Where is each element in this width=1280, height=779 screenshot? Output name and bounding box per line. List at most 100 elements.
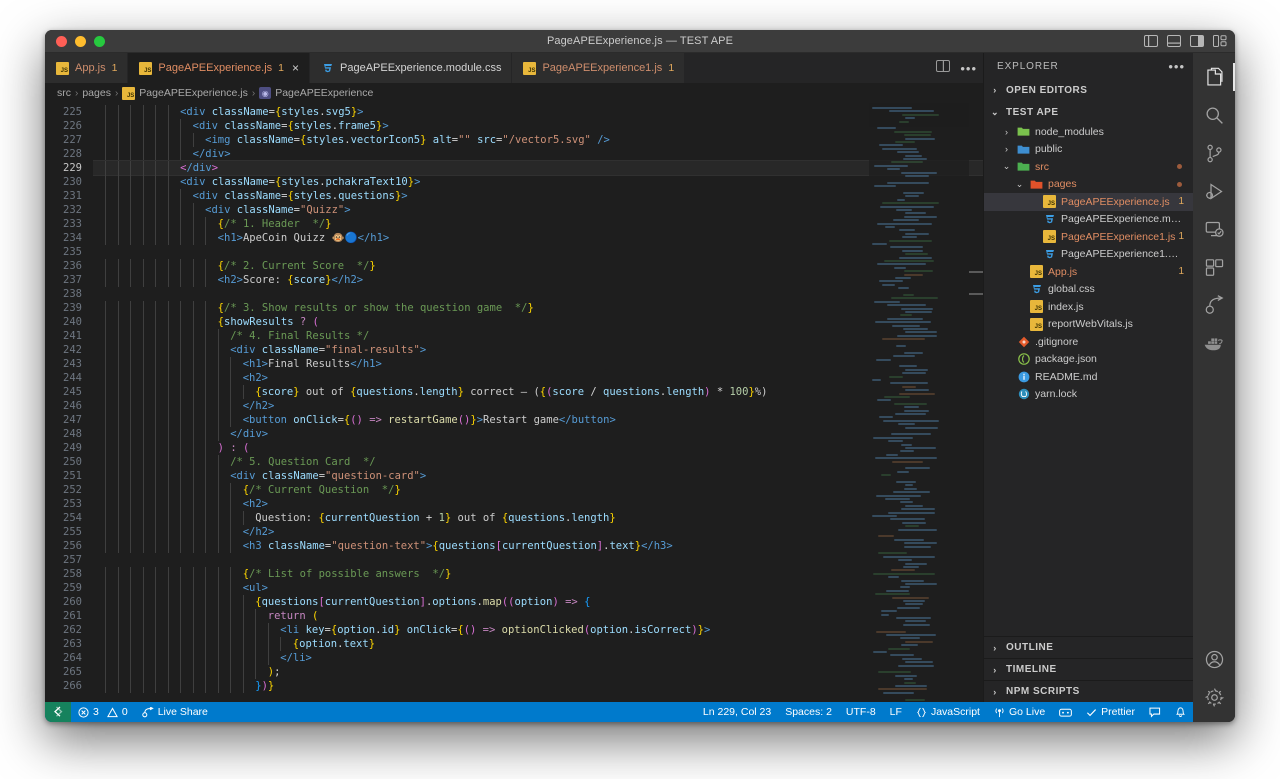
file-tree-item[interactable]: .gitignore bbox=[984, 333, 1193, 351]
file-tree-item[interactable]: JS App.js 1 bbox=[984, 263, 1193, 281]
code-line[interactable]: /* 4. Final Results */ bbox=[93, 329, 983, 343]
explorer-more-actions-button[interactable]: ••• bbox=[1168, 60, 1185, 73]
chevron-down-icon[interactable]: ⌄ bbox=[1001, 161, 1012, 172]
close-window-button[interactable] bbox=[56, 35, 67, 47]
code-line[interactable]: ) : ( bbox=[93, 441, 983, 455]
code-line[interactable]: <li key={option.id} onClick={() => optio… bbox=[93, 623, 983, 637]
activity-run-and-debug-icon[interactable] bbox=[1193, 172, 1235, 210]
code-content[interactable]: <div className={styles.svg5}> <div classN… bbox=[93, 103, 983, 702]
code-line[interactable]: <div className={styles.questions}> bbox=[93, 189, 983, 203]
prettier-button[interactable]: Prettier bbox=[1079, 702, 1142, 722]
code-line[interactable]: {/* Current Question */} bbox=[93, 483, 983, 497]
editor-tab-pageapeexperience-js[interactable]: JS PageAPEExperience.js 1 × bbox=[128, 53, 311, 83]
section-open-editors[interactable]: › OPEN EDITORS bbox=[984, 79, 1193, 101]
breadcrumb-item[interactable]: src bbox=[57, 87, 71, 99]
code-line[interactable]: {/* List of possible answers */} bbox=[93, 567, 983, 581]
code-line[interactable]: <div className="final-results"> bbox=[93, 343, 983, 357]
code-editor[interactable]: 225 226 227 228 229 230 231 232 233 234 235 236 237 2… bbox=[45, 103, 983, 702]
activity-search-icon[interactable] bbox=[1193, 96, 1235, 134]
file-tree-item[interactable]: › public bbox=[984, 141, 1193, 159]
code-line[interactable]: <img className={styles.vectorIcon5} alt=… bbox=[93, 133, 983, 147]
code-line[interactable]: <div className="question-card"> bbox=[93, 469, 983, 483]
split-editor-icon[interactable] bbox=[936, 59, 951, 77]
file-tree-item[interactable]: › node_modules bbox=[984, 123, 1193, 141]
file-tree-item[interactable]: JS reportWebVitals.js bbox=[984, 316, 1193, 334]
activity-extensions-icon[interactable] bbox=[1193, 248, 1235, 286]
activity-settings-gear-icon[interactable] bbox=[1193, 678, 1235, 716]
code-line[interactable]: {option.text} bbox=[93, 637, 983, 651]
section-test-ape[interactable]: ⌄ TEST APE bbox=[984, 101, 1193, 123]
remote-window-button[interactable] bbox=[45, 702, 71, 722]
breadcrumb-item[interactable]: pages bbox=[82, 87, 111, 99]
code-line[interactable]: return ( bbox=[93, 609, 983, 623]
file-tree-item[interactable]: JS PageAPEExperience1.js 1 bbox=[984, 228, 1193, 246]
go-live-button[interactable]: Go Live bbox=[987, 702, 1052, 722]
code-line[interactable]: <ul> bbox=[93, 581, 983, 595]
chevron-right-icon[interactable]: › bbox=[1001, 144, 1012, 154]
breadcrumb-item[interactable]: ◉ PageAPEExperience bbox=[259, 87, 373, 99]
code-line[interactable]: {/* 3. Show results or show the question… bbox=[93, 301, 983, 315]
code-line[interactable] bbox=[93, 287, 983, 301]
code-line[interactable]: {/* 1. Header */} bbox=[93, 217, 983, 231]
file-tree-item[interactable]: README.md bbox=[984, 368, 1193, 386]
file-tree-item[interactable]: PageAPEExperience.module.... bbox=[984, 211, 1193, 229]
code-line[interactable]: {/* 2. Current Score */} bbox=[93, 259, 983, 273]
activity-remote-explorer-icon[interactable] bbox=[1193, 210, 1235, 248]
code-line[interactable]: <h2> bbox=[93, 371, 983, 385]
code-line[interactable]: </li> bbox=[93, 651, 983, 665]
file-tree-item[interactable]: ⌄ pages bbox=[984, 176, 1193, 194]
code-line[interactable] bbox=[93, 245, 983, 259]
chevron-down-icon[interactable]: ⌄ bbox=[1014, 179, 1025, 190]
code-line[interactable] bbox=[93, 553, 983, 567]
code-line[interactable]: ); bbox=[93, 665, 983, 679]
file-tree-item[interactable]: JS index.js bbox=[984, 298, 1193, 316]
code-line[interactable]: </div> bbox=[93, 427, 983, 441]
editor-tab-pageapeexperience1-js[interactable]: JS PageAPEExperience1.js 1 bbox=[512, 53, 686, 83]
problems-button[interactable]: 3 0 bbox=[71, 702, 135, 722]
window-controls[interactable] bbox=[45, 35, 105, 47]
toggle-panel-icon[interactable] bbox=[1167, 35, 1181, 47]
feedback-button[interactable] bbox=[1142, 702, 1168, 722]
code-line[interactable]: <div className="Quizz"> bbox=[93, 203, 983, 217]
toggle-primary-sidebar-icon[interactable] bbox=[1144, 35, 1158, 47]
cursor-position-button[interactable]: Ln 229, Col 23 bbox=[696, 702, 778, 722]
language-mode-button[interactable]: JavaScript bbox=[909, 702, 987, 722]
code-line[interactable]: <div className={styles.frame5}> bbox=[93, 119, 983, 133]
indentation-button[interactable]: Spaces: 2 bbox=[778, 702, 839, 722]
activity-accounts-icon[interactable] bbox=[1193, 640, 1235, 678]
code-line[interactable]: </div> bbox=[93, 160, 983, 176]
editor-more-actions-button[interactable]: ••• bbox=[960, 62, 977, 75]
code-line[interactable]: {showResults ? ( bbox=[93, 315, 983, 329]
code-line[interactable]: Question: {currentQuestion + 1} out of {… bbox=[93, 511, 983, 525]
chevron-right-icon[interactable]: › bbox=[1001, 127, 1012, 137]
notifications-button[interactable] bbox=[1168, 702, 1193, 722]
code-line[interactable]: <button onClick={() => restartGame()}>Re… bbox=[93, 413, 983, 427]
activity-docker-icon[interactable] bbox=[1193, 324, 1235, 362]
code-line[interactable]: {score} out of {questions.length} correc… bbox=[93, 385, 983, 399]
file-tree-item[interactable]: global.css bbox=[984, 281, 1193, 299]
sidebar-section-timeline[interactable]: › TIMELINE bbox=[984, 658, 1193, 680]
file-tree-item[interactable]: ⌄ src bbox=[984, 158, 1193, 176]
live-share-button[interactable]: Live Share bbox=[135, 702, 215, 722]
activity-source-control-icon[interactable] bbox=[1193, 134, 1235, 172]
code-line[interactable]: </h2> bbox=[93, 399, 983, 413]
code-line[interactable]: </div> bbox=[93, 147, 983, 161]
eol-button[interactable]: LF bbox=[883, 702, 909, 722]
file-tree-item[interactable]: JS PageAPEExperience.js 1 bbox=[984, 193, 1193, 211]
code-line[interactable]: })} bbox=[93, 679, 983, 693]
file-tree-item[interactable]: package.json bbox=[984, 351, 1193, 369]
code-line[interactable]: /* 5. Question Card */ bbox=[93, 455, 983, 469]
maximize-window-button[interactable] bbox=[94, 35, 105, 47]
toggle-secondary-sidebar-icon[interactable] bbox=[1190, 35, 1204, 47]
sidebar-section-npm-scripts[interactable]: › NPM SCRIPTS bbox=[984, 680, 1193, 702]
sidebar-section-outline[interactable]: › OUTLINE bbox=[984, 636, 1193, 658]
code-line[interactable]: <div className={styles.svg5}> bbox=[93, 105, 983, 119]
activity-explorer-icon[interactable] bbox=[1193, 58, 1235, 96]
code-line[interactable]: <div className={styles.pchakraText10}> bbox=[93, 175, 983, 189]
ports-button[interactable] bbox=[1052, 702, 1079, 722]
code-line[interactable]: <h2> bbox=[93, 497, 983, 511]
editor-tab-pageapeexperience-module-css[interactable]: PageAPEExperience.module.css bbox=[310, 53, 513, 83]
code-line[interactable]: </h2> bbox=[93, 525, 983, 539]
editor-tab-app-js[interactable]: JS App.js 1 bbox=[45, 53, 129, 83]
code-line[interactable]: <h3 className="question-text">{questions… bbox=[93, 539, 983, 553]
